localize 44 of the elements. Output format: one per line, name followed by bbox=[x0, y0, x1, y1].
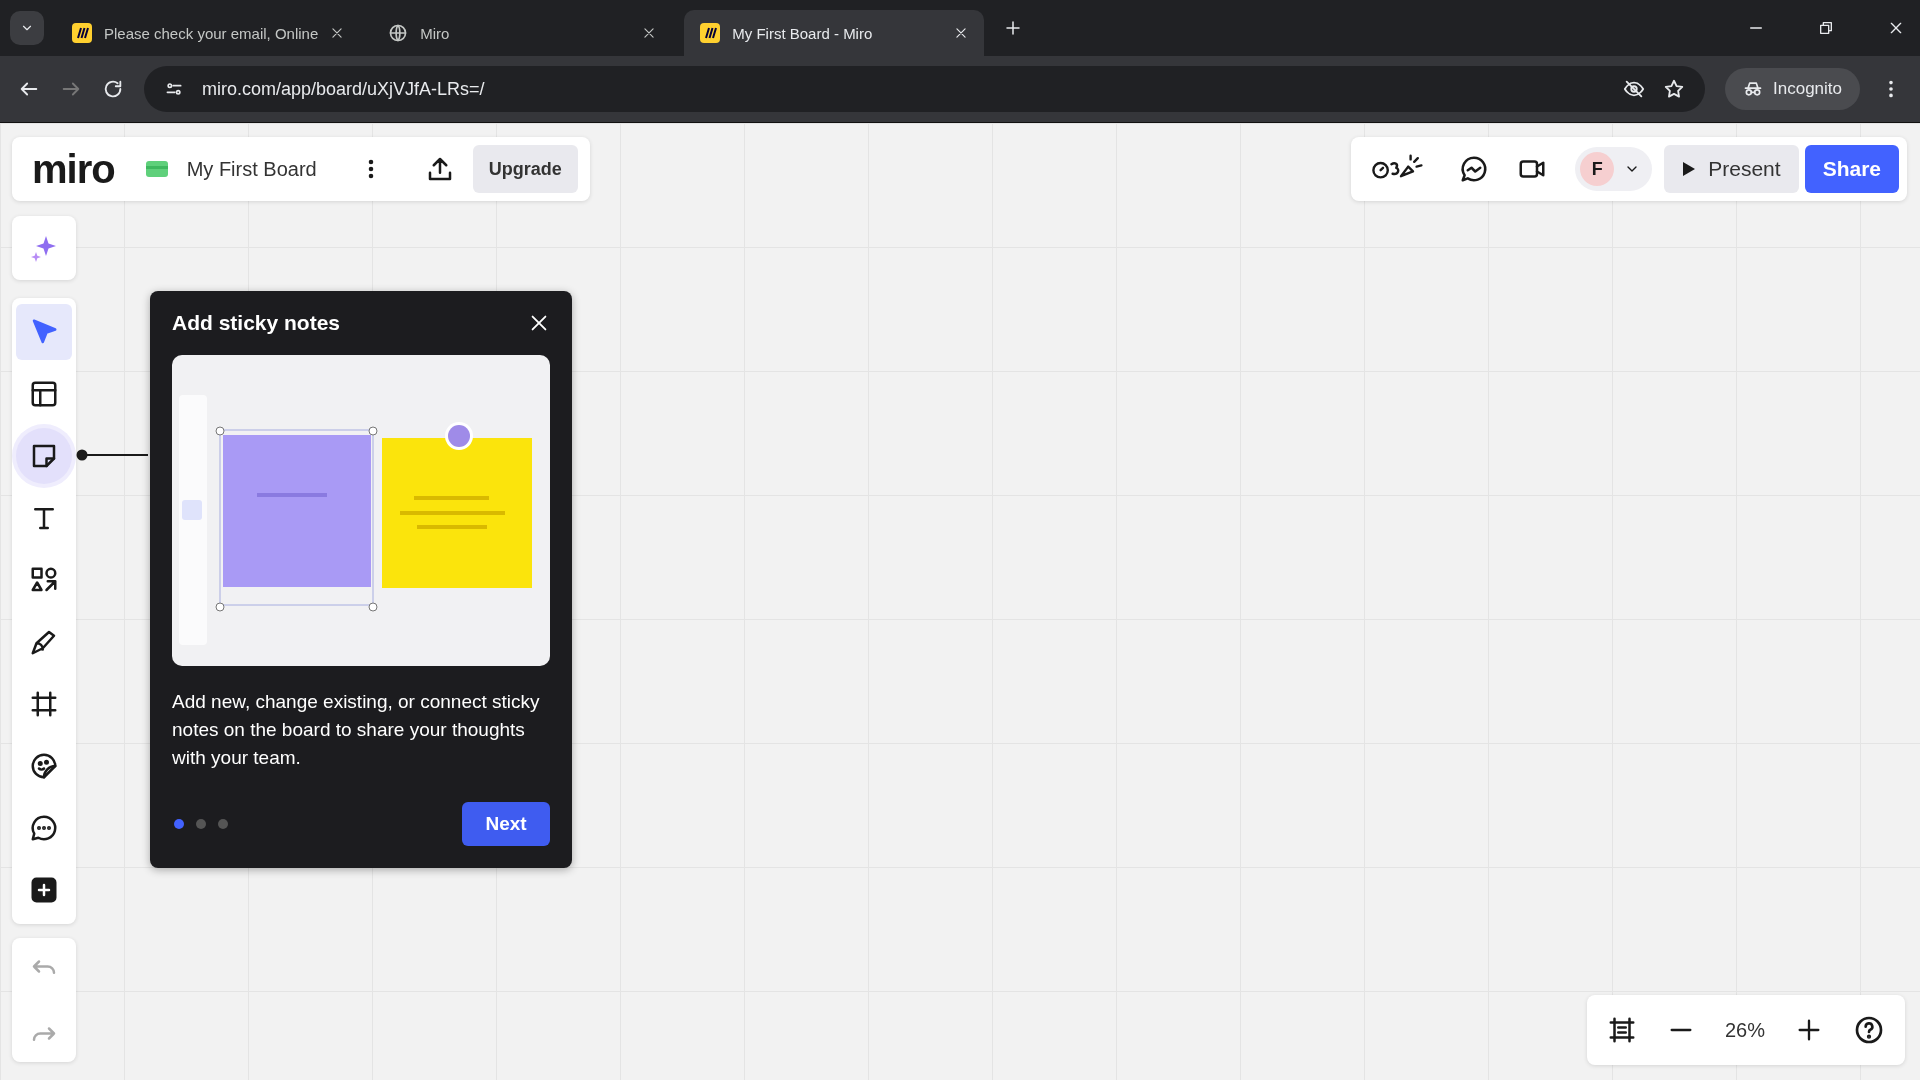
browser-tab[interactable]: My First Board - Miro bbox=[684, 10, 985, 56]
close-icon[interactable] bbox=[954, 26, 969, 40]
help-icon[interactable] bbox=[1853, 1014, 1885, 1046]
close-icon[interactable] bbox=[1888, 20, 1904, 36]
browser-tab[interactable]: Miro bbox=[372, 10, 673, 56]
star-icon[interactable] bbox=[1663, 78, 1685, 100]
miro-logo[interactable]: miro bbox=[32, 146, 115, 192]
address-bar[interactable]: miro.com/app/board/uXjVJfA-LRs=/ bbox=[144, 66, 1705, 112]
close-icon[interactable] bbox=[642, 26, 657, 40]
incognito-button[interactable]: Incognito bbox=[1725, 68, 1860, 110]
zoom-level[interactable]: 26% bbox=[1724, 1018, 1765, 1042]
plus-icon[interactable] bbox=[1004, 19, 1023, 37]
board-icon bbox=[144, 159, 169, 179]
present-button[interactable]: Present bbox=[1664, 145, 1799, 193]
popup-title: Add sticky notes bbox=[172, 311, 341, 335]
globe-icon bbox=[388, 23, 409, 43]
user-avatar: F bbox=[1580, 152, 1615, 186]
next-button[interactable]: Next bbox=[462, 802, 550, 846]
board-canvas[interactable]: miro My First Board Upgrade F Present Share Add sticky notes Add new, change existing, or connect sticky notes on the board to share your thoughts with your team. Next 26% bbox=[0, 123, 1920, 1080]
close-icon[interactable] bbox=[330, 26, 345, 40]
tab-title: Please check your email, Online bbox=[104, 24, 319, 42]
popup-description: Add new, change existing, or connect sticky notes on the board to share your thoughts with your team. bbox=[172, 690, 541, 770]
miro-logo-icon bbox=[72, 23, 92, 43]
browser-tab[interactable]: Please check your email, Online bbox=[56, 10, 361, 56]
collaborators-button[interactable]: F bbox=[1575, 147, 1653, 191]
leader-line bbox=[76, 449, 148, 461]
tab-title: My First Board - Miro bbox=[732, 24, 874, 42]
eye-off-icon[interactable] bbox=[1623, 78, 1645, 100]
tab-title: Miro bbox=[420, 24, 451, 42]
frame-icon bbox=[29, 689, 59, 719]
reload-icon[interactable] bbox=[102, 78, 124, 100]
play-icon bbox=[1682, 161, 1697, 177]
layout-icon bbox=[29, 379, 59, 409]
incognito-icon bbox=[1743, 79, 1763, 99]
share-button[interactable]: Share bbox=[1804, 145, 1899, 193]
plus-icon bbox=[29, 875, 59, 905]
restore-icon[interactable] bbox=[1818, 20, 1834, 36]
board-title[interactable]: My First Board bbox=[186, 157, 317, 181]
sticker-icon bbox=[29, 751, 59, 781]
url-text: miro.com/app/board/uXjVJfA-LRs=/ bbox=[202, 78, 485, 100]
miro-logo-icon bbox=[700, 23, 721, 43]
comment-icon bbox=[29, 813, 59, 843]
tool-button[interactable] bbox=[16, 428, 72, 484]
upgrade-button[interactable]: Upgrade bbox=[472, 145, 578, 193]
